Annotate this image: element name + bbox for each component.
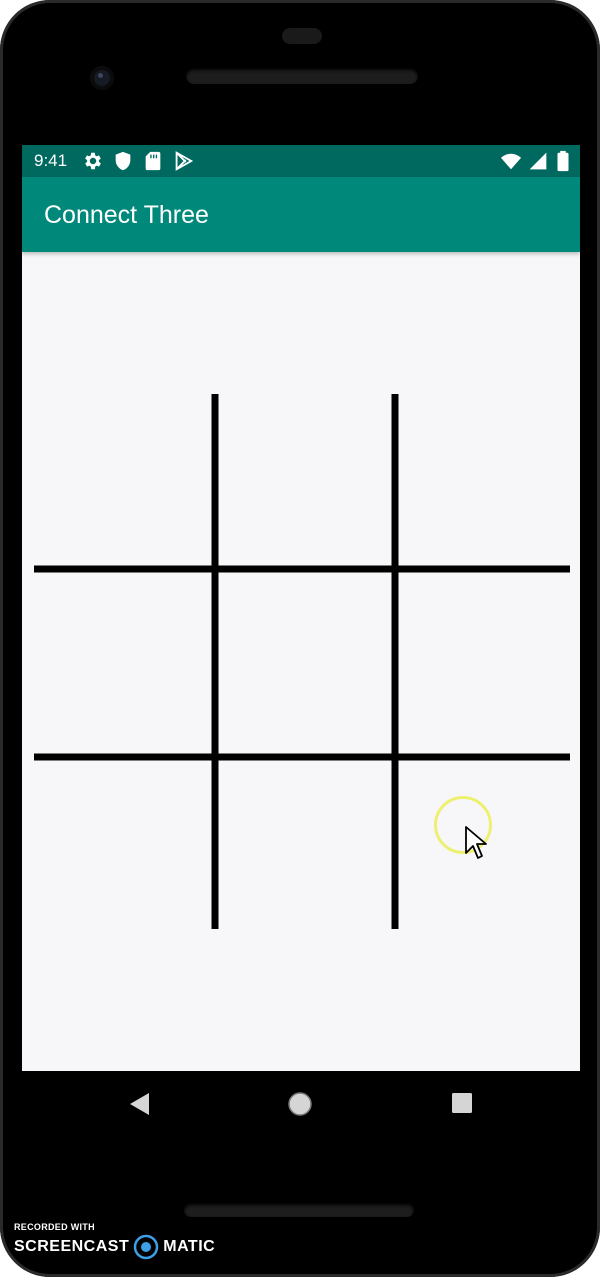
navigation-bar (22, 1071, 580, 1136)
shield-icon (112, 150, 134, 172)
earpiece-speaker (186, 68, 418, 84)
recents-icon[interactable] (451, 1092, 473, 1114)
play-store-icon (172, 150, 194, 172)
watermark-brand-left: SCREENCAST (14, 1238, 130, 1255)
back-icon[interactable] (127, 1091, 151, 1117)
mouse-cursor-icon (465, 826, 487, 859)
board-cell-5[interactable] (218, 572, 394, 756)
front-camera (90, 66, 114, 90)
board-cell-2[interactable] (218, 394, 394, 568)
status-time: 9:41 (34, 151, 68, 170)
watermark-brand-right: MATIC (163, 1238, 216, 1255)
screencast-logo-icon (133, 1234, 159, 1260)
status-bar: 9:41 (22, 145, 580, 177)
board-cell-4[interactable] (34, 572, 214, 756)
bottom-speaker (184, 1203, 414, 1217)
home-icon[interactable] (287, 1091, 313, 1117)
battery-icon (556, 150, 570, 172)
board-cell-8[interactable] (218, 760, 394, 925)
gear-icon (82, 150, 104, 172)
game-board (22, 252, 580, 1071)
proximity-sensor (282, 28, 322, 44)
wifi-icon (500, 150, 522, 172)
watermark-caption: RECORDED WITH (14, 1222, 95, 1232)
board-cell-7[interactable] (34, 760, 214, 925)
board-cell-6[interactable] (398, 572, 566, 756)
screencast-watermark: RECORDED WITH SCREENCAST MATIC (14, 1222, 215, 1260)
app-bar: Connect Three (22, 177, 580, 252)
phone-frame: 9:41 Connect Three RECORDED WITH SCREENC… (0, 0, 600, 1277)
app-title: Connect Three (44, 201, 209, 229)
board-cell-3[interactable] (398, 394, 566, 568)
device-screen: 9:41 Connect Three (22, 145, 580, 1071)
board-cell-1[interactable] (34, 394, 214, 568)
signal-icon (528, 150, 550, 172)
sd-card-icon (142, 150, 164, 172)
